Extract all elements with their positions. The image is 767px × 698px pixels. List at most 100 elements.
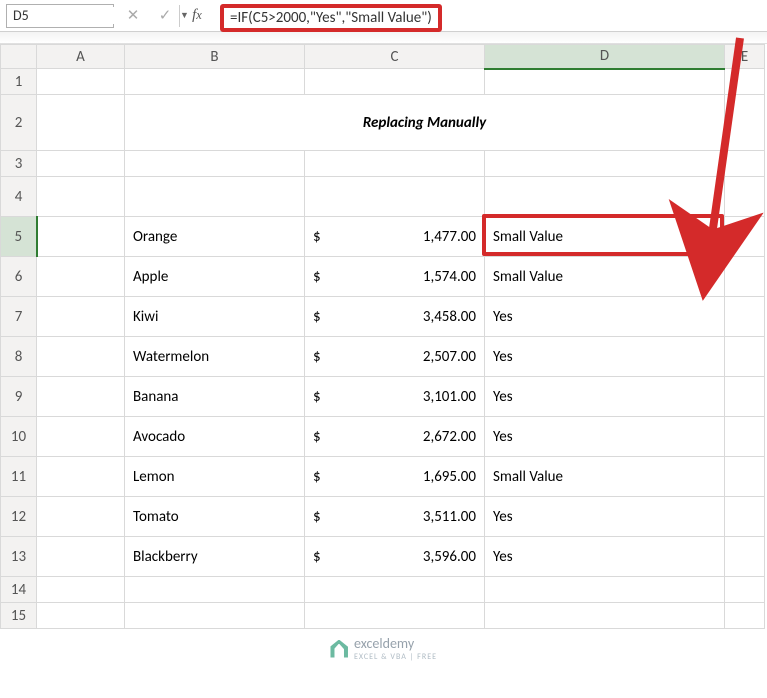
cell-C13[interactable]: $3,596.00 — [305, 537, 485, 577]
header-result[interactable]: >2000 or not — [485, 177, 725, 217]
cell-C5[interactable]: $1,477.00 — [305, 217, 485, 257]
cell-B9[interactable]: Banana — [125, 377, 305, 417]
col-header-C[interactable]: C — [305, 45, 485, 69]
cell-E5[interactable] — [725, 217, 765, 257]
title-cell[interactable]: Replacing Manually — [125, 95, 725, 151]
cell-B3[interactable] — [125, 151, 305, 177]
table-row: 6 Apple$1,574.00Small Value — [1, 257, 765, 297]
row-header-12[interactable]: 12 — [1, 497, 37, 537]
cell-A2[interactable] — [37, 95, 125, 151]
cell-C15[interactable] — [305, 603, 485, 629]
cell-A9[interactable] — [37, 377, 125, 417]
cell-D13[interactable]: Yes — [485, 537, 725, 577]
col-header-D[interactable]: D — [485, 45, 725, 69]
cell-E1[interactable] — [725, 69, 765, 95]
cell-A11[interactable] — [37, 457, 125, 497]
select-all-corner[interactable] — [1, 45, 37, 69]
cell-D12[interactable]: Yes — [485, 497, 725, 537]
row-header-13[interactable]: 13 — [1, 537, 37, 577]
cell-E4[interactable] — [725, 177, 765, 217]
spreadsheet[interactable]: A B C D E 1 2 Replacing Manually 3 4 Pro… — [0, 44, 765, 629]
cell-E12[interactable] — [725, 497, 765, 537]
cell-A13[interactable] — [37, 537, 125, 577]
cell-B8[interactable]: Watermelon — [125, 337, 305, 377]
cell-D6[interactable]: Small Value — [485, 257, 725, 297]
row-header-9[interactable]: 9 — [1, 377, 37, 417]
cell-A14[interactable] — [37, 577, 125, 603]
row-header-10[interactable]: 10 — [1, 417, 37, 457]
cell-B11[interactable]: Lemon — [125, 457, 305, 497]
cell-D15[interactable] — [485, 603, 725, 629]
cell-B15[interactable] — [125, 603, 305, 629]
cell-A3[interactable] — [37, 151, 125, 177]
cell-D11[interactable]: Small Value — [485, 457, 725, 497]
row-header-15[interactable]: 15 — [1, 603, 37, 629]
cell-C1[interactable] — [305, 69, 485, 95]
cell-A6[interactable] — [37, 257, 125, 297]
row-header-5[interactable]: 5 — [1, 217, 37, 257]
cell-E7[interactable] — [725, 297, 765, 337]
cell-A5[interactable] — [37, 217, 125, 257]
row-header-6[interactable]: 6 — [1, 257, 37, 297]
cell-A8[interactable] — [37, 337, 125, 377]
cell-A1[interactable] — [37, 69, 125, 95]
row-header-4[interactable]: 4 — [1, 177, 37, 217]
cell-C11[interactable]: $1,695.00 — [305, 457, 485, 497]
formula-input-wrap[interactable]: =IF(C5>2000,"Yes","Small Value") — [216, 4, 761, 28]
cell-E15[interactable] — [725, 603, 765, 629]
cell-C14[interactable] — [305, 577, 485, 603]
cell-B13[interactable]: Blackberry — [125, 537, 305, 577]
cell-B5[interactable]: Orange — [125, 217, 305, 257]
cell-A7[interactable] — [37, 297, 125, 337]
name-box-container[interactable]: ▼ — [6, 4, 114, 28]
cell-B14[interactable] — [125, 577, 305, 603]
cell-E8[interactable] — [725, 337, 765, 377]
header-price[interactable]: Price — [305, 177, 485, 217]
cell-D1[interactable] — [485, 69, 725, 95]
cell-B6[interactable]: Apple — [125, 257, 305, 297]
cell-A10[interactable] — [37, 417, 125, 457]
col-header-A[interactable]: A — [37, 45, 125, 69]
cell-E9[interactable] — [725, 377, 765, 417]
cell-E14[interactable] — [725, 577, 765, 603]
cell-D9[interactable]: Yes — [485, 377, 725, 417]
cell-E13[interactable] — [725, 537, 765, 577]
cell-A4[interactable] — [37, 177, 125, 217]
cell-C9[interactable]: $3,101.00 — [305, 377, 485, 417]
row-header-3[interactable]: 3 — [1, 151, 37, 177]
cell-D5[interactable]: Small Value — [485, 217, 725, 257]
cell-C7[interactable]: $3,458.00 — [305, 297, 485, 337]
formula-input[interactable]: =IF(C5>2000,"Yes","Small Value") — [220, 4, 442, 32]
cell-C3[interactable] — [305, 151, 485, 177]
row-header-7[interactable]: 7 — [1, 297, 37, 337]
cell-B7[interactable]: Kiwi — [125, 297, 305, 337]
cell-D14[interactable] — [485, 577, 725, 603]
col-header-E[interactable]: E — [725, 45, 765, 69]
row-header-2[interactable]: 2 — [1, 95, 37, 151]
cell-D3[interactable] — [485, 151, 725, 177]
fx-icon[interactable]: fx — [184, 4, 210, 28]
cell-E2[interactable] — [725, 95, 765, 151]
row-header-11[interactable]: 11 — [1, 457, 37, 497]
cell-D10[interactable]: Yes — [485, 417, 725, 457]
cell-C12[interactable]: $3,511.00 — [305, 497, 485, 537]
cell-E10[interactable] — [725, 417, 765, 457]
cell-A15[interactable] — [37, 603, 125, 629]
cell-D8[interactable]: Yes — [485, 337, 725, 377]
col-header-B[interactable]: B — [125, 45, 305, 69]
cell-D7[interactable]: Yes — [485, 297, 725, 337]
cell-C6[interactable]: $1,574.00 — [305, 257, 485, 297]
cell-B12[interactable]: Tomato — [125, 497, 305, 537]
cell-A12[interactable] — [37, 497, 125, 537]
cell-C8[interactable]: $2,507.00 — [305, 337, 485, 377]
cell-C10[interactable]: $2,672.00 — [305, 417, 485, 457]
header-product[interactable]: Product — [125, 177, 305, 217]
row-header-8[interactable]: 8 — [1, 337, 37, 377]
cell-B10[interactable]: Avocado — [125, 417, 305, 457]
cell-E11[interactable] — [725, 457, 765, 497]
cell-E3[interactable] — [725, 151, 765, 177]
cell-E6[interactable] — [725, 257, 765, 297]
row-header-14[interactable]: 14 — [1, 577, 37, 603]
row-header-1[interactable]: 1 — [1, 69, 37, 95]
cell-B1[interactable] — [125, 69, 305, 95]
